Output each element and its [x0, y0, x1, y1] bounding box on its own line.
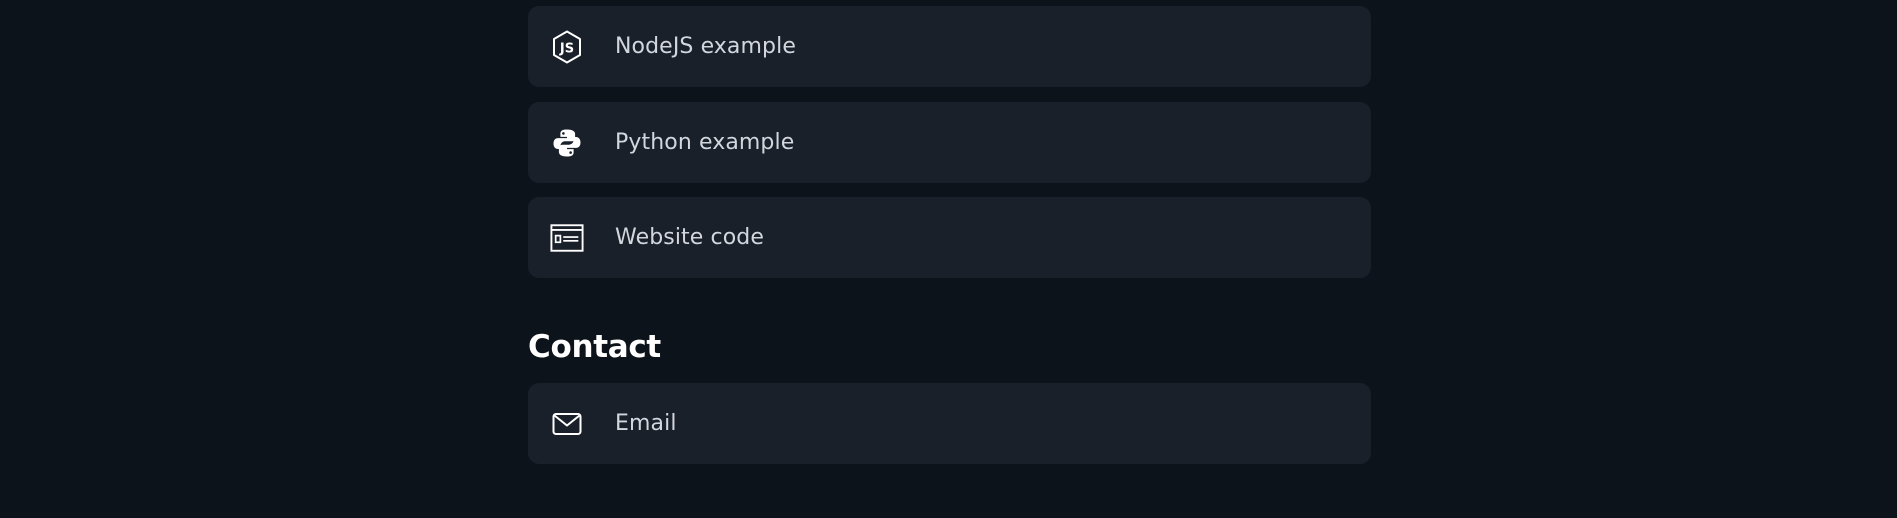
nodejs-icon: JS [550, 30, 584, 64]
link-label: NodeJS example [615, 34, 796, 59]
link-website-code[interactable]: Website code [528, 197, 1371, 278]
link-label: Website code [615, 225, 764, 250]
link-label: Python example [615, 130, 795, 155]
svg-text:JS: JS [559, 41, 574, 56]
python-icon [550, 126, 584, 160]
link-label: Email [615, 411, 677, 436]
link-email[interactable]: Email [528, 383, 1371, 464]
website-code-icon [550, 221, 584, 255]
link-nodejs-example[interactable]: JS NodeJS example [528, 6, 1371, 87]
link-python-example[interactable]: Python example [528, 102, 1371, 183]
contact-heading: Contact [528, 329, 661, 365]
mail-icon [550, 407, 584, 441]
